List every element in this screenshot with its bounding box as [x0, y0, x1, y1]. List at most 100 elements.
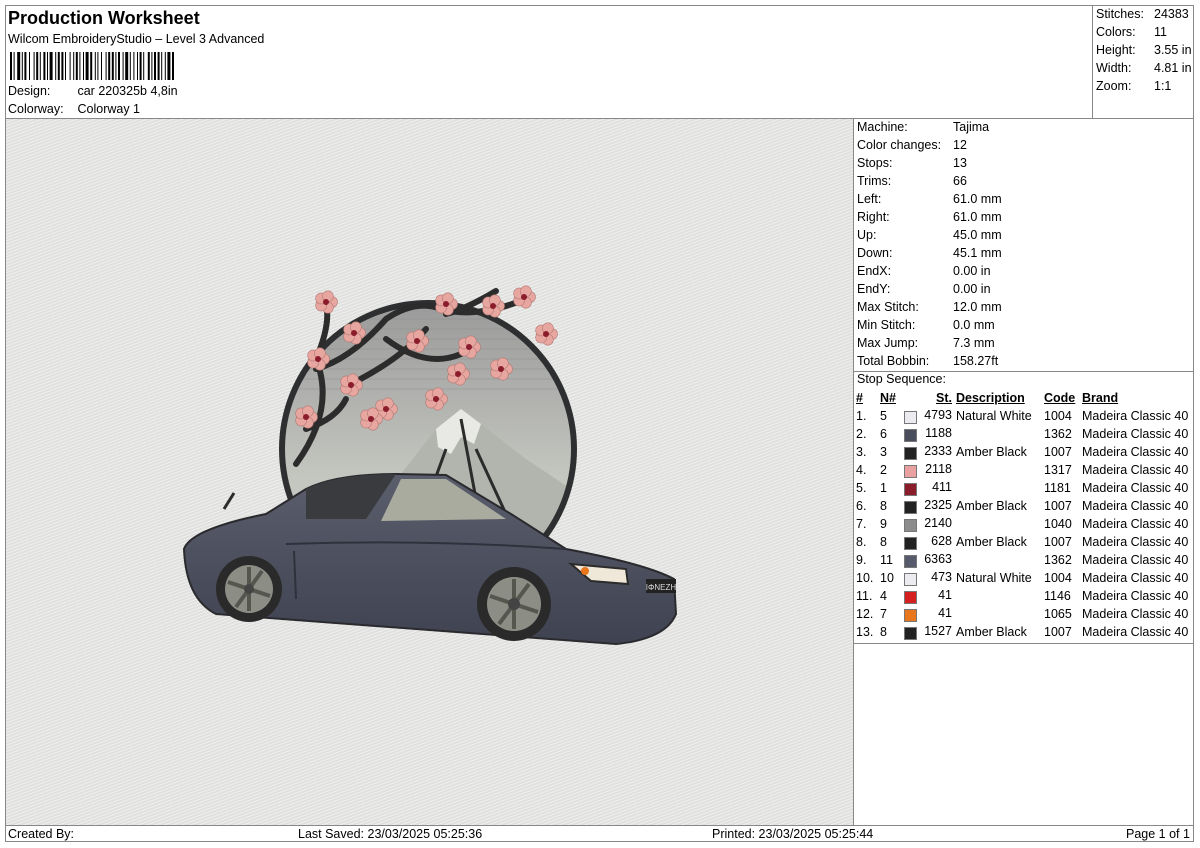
stop-row: 7. 9 2140 1040 Madeira Classic 40 — [854, 515, 1190, 533]
stop-brand: Madeira Classic 40 — [1082, 625, 1189, 639]
stop-index: 10. — [856, 571, 874, 585]
stop-index: 6. — [856, 499, 867, 513]
colorway-label: Colorway: — [8, 102, 64, 116]
color-swatch — [904, 411, 917, 424]
stop-row: 4. 2 2118 1317 Madeira Classic 40 — [854, 461, 1190, 479]
stop-row: 8. 8 628 Amber Black 1007 Madeira Classic 40 — [854, 533, 1190, 551]
worksheet-header: Production Worksheet Wilcom EmbroiderySt… — [6, 6, 1092, 119]
color-swatch — [904, 591, 917, 604]
stop-brand: Madeira Classic 40 — [1082, 607, 1189, 621]
footer-last-saved: Last Saved: 23/03/2025 05:25:36 — [298, 827, 483, 841]
stop-description — [954, 587, 1042, 605]
stop-stitches: 2140 — [902, 515, 954, 533]
stop-needle: 2 — [880, 463, 887, 477]
page-title: Production Worksheet — [8, 8, 200, 28]
table-bottom-separator — [854, 643, 1194, 644]
stop-index: 11. — [856, 589, 873, 603]
color-swatch — [904, 501, 917, 514]
stop-needle: 8 — [880, 499, 887, 513]
machine-info-panel: Machine: Tajima Color changes: 12 Stops: 13… — [854, 119, 1194, 825]
software-subtitle: Wilcom EmbroideryStudio – Level 3 Advanc… — [8, 32, 265, 46]
stop-row: 5. 1 411 1181 Madeira Classic 40 — [854, 479, 1190, 497]
info-machine: Machine: Tajima — [857, 120, 990, 134]
color-swatch — [904, 483, 917, 496]
color-swatch — [904, 537, 917, 550]
stop-stitches: 6363 — [902, 551, 954, 569]
stop-description: Amber Black — [956, 535, 1027, 549]
stop-description: Amber Black — [956, 499, 1027, 513]
footer-divider — [6, 825, 1194, 826]
stop-needle: 9 — [880, 517, 887, 531]
stop-description: Amber Black — [956, 625, 1027, 639]
stop-row: 1. 5 4793 Natural White 1004 Madeira Classic … — [854, 407, 1190, 425]
stop-code: 1040 — [1044, 517, 1072, 531]
car: ΙΦΝΕΖΗ — [182, 472, 678, 646]
stop-description: Natural White — [956, 571, 1032, 585]
stop-needle: 4 — [880, 589, 887, 603]
stat-height: Height: 3.55 in — [1096, 43, 1192, 57]
stop-code: 1007 — [1044, 535, 1072, 549]
info-endx: EndX: 0.00 in — [857, 264, 991, 278]
stop-stitches: 2118 — [902, 461, 954, 479]
design-preview: ΙΦΝΕΖΗ — [6, 119, 853, 825]
col-description: Description — [956, 391, 1025, 405]
col-stitches: St. — [936, 391, 952, 405]
stop-stitches: 1188 — [902, 425, 954, 443]
info-left: Left: 61.0 mm — [857, 192, 1002, 206]
stop-stitches: 41 — [902, 587, 954, 605]
stop-brand: Madeira Classic 40 — [1082, 481, 1189, 495]
stop-stitches: 473 — [902, 569, 954, 587]
stop-stitches: 628 — [902, 533, 954, 551]
info-min-stitch: Min Stitch: 0.0 mm — [857, 318, 995, 332]
stop-stitches: 2325 — [902, 497, 954, 515]
col-brand: Brand — [1082, 391, 1119, 405]
stop-row: 3. 3 2333 Amber Black 1007 Madeira Classic 40 — [854, 443, 1190, 461]
stop-index: 5. — [856, 481, 867, 495]
stop-needle: 8 — [880, 625, 887, 639]
color-swatch — [904, 627, 917, 640]
stop-row: 2. 6 1188 1362 Madeira Classic 40 — [854, 425, 1190, 443]
stop-index: 13. — [856, 625, 874, 639]
stop-needle: 11 — [880, 553, 893, 567]
stop-description — [954, 479, 1042, 497]
stop-sequence-title: Stop Sequence: — [857, 372, 946, 386]
stop-row: 10. 10 473 Natural White 1004 Madeira Classic… — [854, 569, 1190, 587]
stop-needle: 3 — [880, 445, 887, 459]
footer-created-by: Created By: — [8, 827, 75, 841]
stop-index: 4. — [856, 463, 867, 477]
front-wheel — [477, 567, 551, 641]
stop-stitches: 1527 — [902, 623, 954, 641]
stop-description — [954, 605, 1042, 623]
stop-description — [954, 551, 1042, 569]
stop-brand: Madeira Classic 40 — [1082, 589, 1189, 603]
stop-code: 1004 — [1044, 409, 1072, 423]
stop-description: Natural White — [956, 409, 1032, 423]
stop-brand: Madeira Classic 40 — [1082, 517, 1189, 531]
stop-brand: Madeira Classic 40 — [1082, 535, 1189, 549]
colorway-value: Colorway 1 — [77, 102, 141, 116]
color-swatch — [904, 573, 917, 586]
stop-brand: Madeira Classic 40 — [1082, 571, 1189, 585]
stop-row: 12. 7 41 1065 Madeira Classic 40 — [854, 605, 1190, 623]
stop-row: 9. 11 6363 1362 Madeira Classic 40 — [854, 551, 1190, 569]
color-swatch — [904, 447, 917, 460]
stop-index: 7. — [856, 517, 867, 531]
info-color-changes: Color changes: 12 — [857, 138, 967, 152]
colorway-row: Colorway: Colorway 1 — [8, 102, 140, 116]
stop-row: 13. 8 1527 Amber Black 1007 Madeira Classic 4… — [854, 623, 1190, 641]
barcode — [10, 52, 174, 80]
stop-description — [954, 425, 1042, 443]
embroidery-artwork: ΙΦΝΕΖΗ — [182, 285, 678, 646]
stop-brand: Madeira Classic 40 — [1082, 409, 1189, 423]
stop-brand: Madeira Classic 40 — [1082, 499, 1189, 513]
info-down: Down: 45.1 mm — [857, 246, 1002, 260]
stop-needle: 7 — [880, 607, 887, 621]
stop-sequence-table: # N# St. Description Code Brand 1. 5 4793 N… — [854, 389, 1190, 641]
stop-code: 1181 — [1044, 481, 1071, 495]
stop-needle: 6 — [880, 427, 887, 441]
stat-colors: Colors: 11 — [1096, 25, 1167, 39]
stop-index: 12. — [856, 607, 874, 621]
color-swatch — [904, 429, 917, 442]
stop-description — [954, 515, 1042, 533]
stop-needle: 1 — [880, 481, 887, 495]
